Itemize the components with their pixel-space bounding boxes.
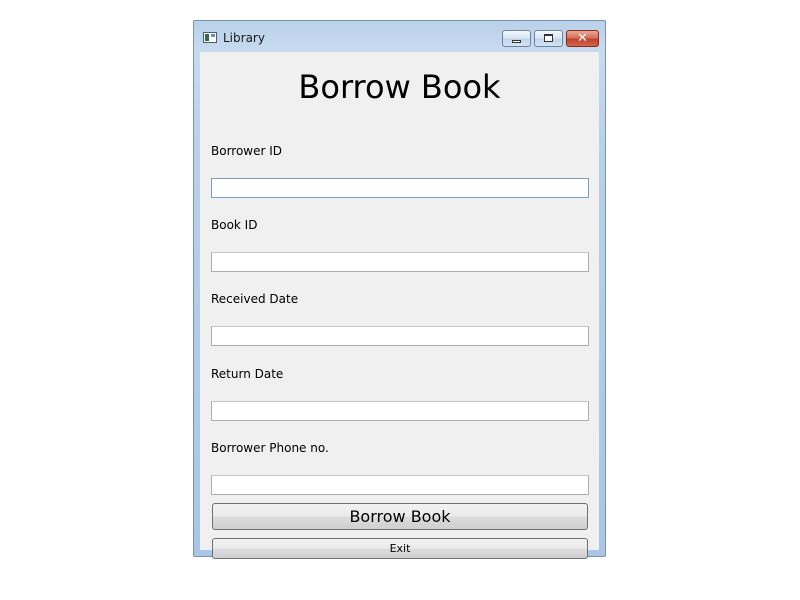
return-date-input[interactable] bbox=[211, 401, 589, 421]
library-window: Library ✕ Borrow Book Borrower ID Book I… bbox=[193, 20, 606, 559]
close-icon: ✕ bbox=[577, 31, 588, 46]
book-id-input[interactable] bbox=[211, 252, 589, 272]
title-bar[interactable]: Library ✕ bbox=[194, 21, 605, 52]
received-date-label: Received Date bbox=[211, 292, 299, 306]
borrow-book-button[interactable]: Borrow Book bbox=[212, 503, 588, 530]
borrower-id-label: Borrower ID bbox=[211, 144, 283, 158]
minimize-icon bbox=[512, 40, 521, 43]
page-title: Borrow Book bbox=[298, 68, 501, 106]
return-date-label: Return Date bbox=[211, 367, 284, 381]
received-date-input[interactable] bbox=[211, 326, 589, 346]
window-title: Library bbox=[223, 31, 265, 45]
book-id-label: Book ID bbox=[211, 218, 258, 232]
exit-button[interactable]: Exit bbox=[212, 538, 588, 559]
maximize-icon bbox=[544, 34, 553, 42]
form-panel: Borrow Book Borrower ID Book ID Received… bbox=[200, 52, 599, 559]
borrower-phone-label: Borrower Phone no. bbox=[211, 441, 329, 455]
close-button[interactable]: ✕ bbox=[566, 30, 599, 47]
borrower-id-input[interactable] bbox=[211, 178, 589, 198]
minimize-button[interactable] bbox=[502, 30, 531, 47]
borrower-phone-input[interactable] bbox=[211, 475, 589, 495]
app-window-icon[interactable] bbox=[203, 32, 217, 43]
maximize-button[interactable] bbox=[534, 30, 563, 47]
